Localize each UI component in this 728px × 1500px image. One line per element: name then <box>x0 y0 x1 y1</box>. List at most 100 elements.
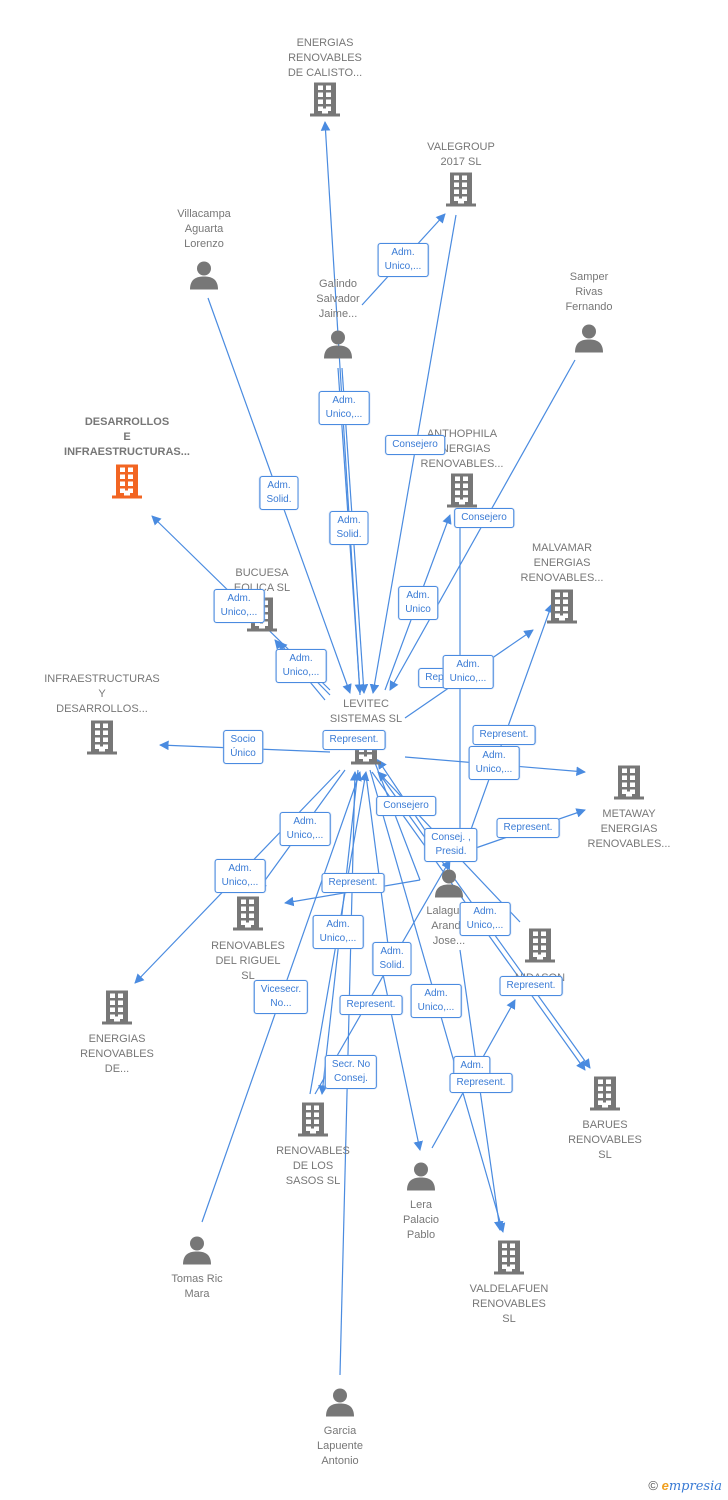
edge-role-text: Adm. <box>289 653 313 664</box>
node-label-calisto[interactable]: ENERGIAS RENOVABLES DE CALISTO... <box>288 36 362 81</box>
node-label-tomas[interactable]: Tomas Ric Mara <box>171 1272 222 1302</box>
edge-role-label[interactable]: Represent. <box>472 725 536 745</box>
node-label-valdelafuen[interactable]: VALDELAFUEN RENOVABLES SL <box>470 1282 549 1327</box>
edge-role-label[interactable]: Represent. <box>499 976 563 996</box>
edge-role-text: Vicesecr. <box>260 984 302 995</box>
edge-role-label[interactable]: Adm. Unico,... <box>442 655 494 689</box>
edge-role-label[interactable]: Adm. Unico,... <box>214 859 266 893</box>
edge-role-text: Socio <box>230 734 256 745</box>
node-label-samper[interactable]: Samper Rivas Fernando <box>565 270 612 315</box>
building-icon[interactable] <box>309 82 341 123</box>
edge-role-label[interactable]: Represent. <box>449 1073 513 1093</box>
edge-role-label[interactable]: Adm. Unico,... <box>459 902 511 936</box>
edge-role-text: Consej. <box>334 1073 368 1084</box>
edge-role-text: Unico,... <box>220 607 258 618</box>
edge-role-label[interactable]: Adm. Unico,... <box>312 915 364 949</box>
building-icon[interactable] <box>546 589 578 630</box>
edge-role-text: Adm. <box>227 593 251 604</box>
node-label-malvamar[interactable]: MALVAMAR ENERGIAS RENOVABLES... <box>521 541 604 586</box>
edge-role-text: Unico,... <box>325 409 363 420</box>
node-label-line: RENOVABLES... <box>520 572 604 584</box>
node-label-villacampa[interactable]: Villacampa Aguarta Lorenzo <box>177 207 231 252</box>
node-label-sasos[interactable]: RENOVABLES DE LOS SASOS SL <box>276 1144 350 1189</box>
person-icon[interactable] <box>406 1161 436 1196</box>
person-icon[interactable] <box>574 323 604 358</box>
edge-role-text: Represent. <box>479 729 529 740</box>
edge-role-label[interactable]: Adm. Solid. <box>329 511 369 545</box>
node-label-line: Galindo <box>319 278 357 290</box>
node-label-lera[interactable]: Lera Palacio Pablo <box>403 1198 439 1243</box>
edge-role-text: Unico,... <box>286 830 324 841</box>
node-label-line: Jaime... <box>318 308 358 320</box>
edge-role-text: Represent. <box>328 877 378 888</box>
node-label-galindo[interactable]: Galindo Salvador Jaime... <box>316 277 359 322</box>
node-label-riguel[interactable]: RENOVABLES DEL RIGUEL SL <box>211 939 285 984</box>
node-label-line: RENOVABLES... <box>420 458 504 470</box>
person-icon[interactable] <box>182 1235 212 1270</box>
node-label-line: ENERGIAS <box>533 557 591 569</box>
edge-role-text: Adm. <box>460 1060 484 1071</box>
edge-role-label[interactable]: Adm. Solid. <box>259 476 299 510</box>
node-label-line: SASOS SL <box>285 1175 341 1187</box>
node-label-line: LEVITEC <box>343 698 389 710</box>
edge-role-label[interactable]: Consejero <box>385 435 445 455</box>
building-icon[interactable] <box>589 1076 621 1117</box>
building-icon[interactable] <box>524 928 556 969</box>
edge-role-label[interactable]: Represent. <box>339 995 403 1015</box>
edge-role-label[interactable]: Adm. Unico,... <box>279 812 331 846</box>
node-label-line: SL <box>502 1313 516 1325</box>
edge-role-label[interactable]: Consejero <box>454 508 514 528</box>
edge-role-label[interactable]: Adm. Unico,... <box>318 391 370 425</box>
node-label-line: Antonio <box>321 1455 359 1467</box>
node-label-line: RENOVABLES <box>472 1298 546 1310</box>
person-icon[interactable] <box>189 260 219 295</box>
edge-role-label[interactable]: Adm. Unico,... <box>377 243 429 277</box>
building-icon[interactable] <box>86 720 118 761</box>
node-label-line: MALVAMAR <box>531 542 593 554</box>
person-icon[interactable] <box>325 1387 355 1422</box>
node-label-desarrollos[interactable]: DESARROLLOS E INFRAESTRUCTURAS... <box>64 415 190 460</box>
node-label-valegroup[interactable]: VALEGROUP 2017 SL <box>427 140 495 170</box>
node-label-line: SISTEMAS SL <box>329 713 403 725</box>
edge-role-label[interactable]: Represent. <box>496 818 560 838</box>
building-icon[interactable] <box>101 990 133 1031</box>
edge-role-label[interactable]: Adm. Unico,... <box>275 649 327 683</box>
edge-role-label[interactable]: Consej. , Presid. <box>424 828 478 862</box>
edge-role-label[interactable]: Adm. Unico,... <box>468 746 520 780</box>
node-label-line: RENOVABLES... <box>587 838 671 850</box>
network-diagram: ENERGIAS RENOVABLES DE CALISTO... VALEGROUP… <box>0 0 728 1500</box>
node-label-levitec[interactable]: LEVITEC SISTEMAS SL <box>330 697 402 727</box>
edge-role-label[interactable]: Consejero <box>376 796 436 816</box>
building-icon[interactable] <box>111 464 143 505</box>
edge-role-label[interactable]: Adm. Unico,... <box>213 589 265 623</box>
person-icon[interactable] <box>323 329 353 364</box>
edge-role-label[interactable]: Adm. Solid. <box>372 942 412 976</box>
edge-role-label[interactable]: Represent. <box>321 873 385 893</box>
edge-role-text: Adm. <box>406 590 430 601</box>
person-icon[interactable] <box>434 868 464 903</box>
edge-role-label[interactable]: Vicesecr. No... <box>253 980 309 1014</box>
building-icon[interactable] <box>445 172 477 213</box>
node-label-energiasde[interactable]: ENERGIAS RENOVABLES DE... <box>80 1032 154 1077</box>
node-label-line: Jose... <box>432 935 466 947</box>
edge-role-text: Adm. <box>293 816 317 827</box>
edge-role-label[interactable]: Adm. Unico,... <box>410 984 462 1018</box>
node-label-line: Palacio <box>402 1214 440 1226</box>
edge-role-label[interactable]: Represent. <box>322 730 386 750</box>
node-label-infraestructuras[interactable]: INFRAESTRUCTURAS Y DESARROLLOS... <box>44 672 160 717</box>
node-label-metaway[interactable]: METAWAY ENERGIAS RENOVABLES... <box>588 807 671 852</box>
building-icon[interactable] <box>232 896 264 937</box>
empresia-logo: © empresia <box>648 1478 722 1494</box>
edge-role-label[interactable]: Adm. Unico <box>398 586 438 620</box>
node-label-garcia[interactable]: Garcia Lapuente Antonio <box>317 1424 363 1469</box>
edge-role-label[interactable]: Secr. No Consej. <box>324 1055 378 1089</box>
node-label-barues[interactable]: BARUES RENOVABLES SL <box>568 1118 642 1163</box>
edge-role-label[interactable]: Socio Único <box>223 730 263 764</box>
node-label-line: Lapuente <box>317 1440 363 1452</box>
node-label-line: 2017 SL <box>440 156 482 168</box>
building-icon[interactable] <box>613 765 645 806</box>
node-label-line: DE CALISTO... <box>287 67 363 79</box>
edge-role-text: Unico,... <box>466 920 504 931</box>
building-icon[interactable] <box>297 1102 329 1143</box>
building-icon[interactable] <box>493 1240 525 1281</box>
